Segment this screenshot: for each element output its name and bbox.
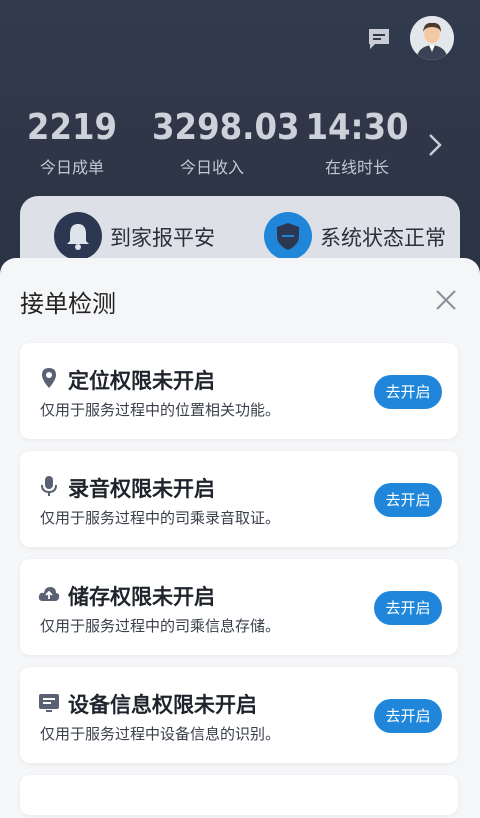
permission-desc: 仅用于服务过程中的司乘录音取证。	[40, 509, 281, 527]
permission-title: 储存权限未开启	[68, 585, 215, 609]
enable-location-button[interactable]: 去开启	[374, 375, 442, 409]
permission-desc: 仅用于服务过程中设备信息的识别。	[40, 725, 281, 743]
stat-online-time-value: 14:30	[305, 107, 409, 148]
stat-online-time-label: 在线时长	[324, 158, 389, 177]
device-info-icon	[39, 694, 59, 712]
permission-card-partial	[20, 775, 458, 815]
avatar[interactable]	[410, 16, 454, 60]
permission-title: 录音权限未开启	[68, 477, 215, 501]
permission-card-storage: 储存权限未开启 仅用于服务过程中的司乘信息存储。 去开启	[20, 559, 458, 655]
message-icon[interactable]	[366, 26, 392, 52]
permission-title: 定位权限未开启	[68, 369, 215, 393]
avatar-person-icon	[410, 16, 454, 60]
stat-orders-label: 今日成单	[39, 158, 104, 177]
microphone-icon	[41, 476, 57, 496]
enable-storage-button[interactable]: 去开启	[374, 591, 442, 625]
stat-online-time: 14:30 在线时长	[297, 108, 417, 178]
sheet-title: 接单检测	[20, 290, 116, 318]
bell-icon[interactable]	[54, 212, 102, 260]
stat-orders: 2219 今日成单	[12, 108, 132, 178]
close-icon[interactable]	[434, 288, 458, 312]
shield-icon	[264, 212, 312, 260]
enable-device-button[interactable]: 去开启	[374, 699, 442, 733]
stat-income: 3298.03 今日收入	[152, 107, 300, 178]
permission-title: 设备信息权限未开启	[68, 693, 257, 717]
permission-card-device: 设备信息权限未开启 仅用于服务过程中设备信息的识别。 去开启	[20, 667, 458, 763]
stat-income-value: 3298.03	[152, 107, 300, 148]
permission-card-recording: 录音权限未开启 仅用于服务过程中的司乘录音取证。 去开启	[20, 451, 458, 547]
stat-orders-value: 2219	[26, 107, 118, 148]
chevron-right-icon[interactable]	[426, 132, 444, 158]
cloud-upload-icon	[38, 587, 60, 601]
system-status-label: 系统状态正常	[320, 226, 446, 250]
location-pin-icon	[42, 368, 56, 388]
safe-home-label[interactable]: 到家报平安	[110, 222, 215, 252]
stat-income-label: 今日收入	[179, 158, 244, 177]
permission-desc: 仅用于服务过程中的司乘信息存储。	[40, 617, 281, 635]
permission-card-location: 定位权限未开启 仅用于服务过程中的位置相关功能。 去开启	[20, 343, 458, 439]
enable-recording-button[interactable]: 去开启	[374, 483, 442, 517]
permission-desc: 仅用于服务过程中的位置相关功能。	[40, 401, 281, 419]
